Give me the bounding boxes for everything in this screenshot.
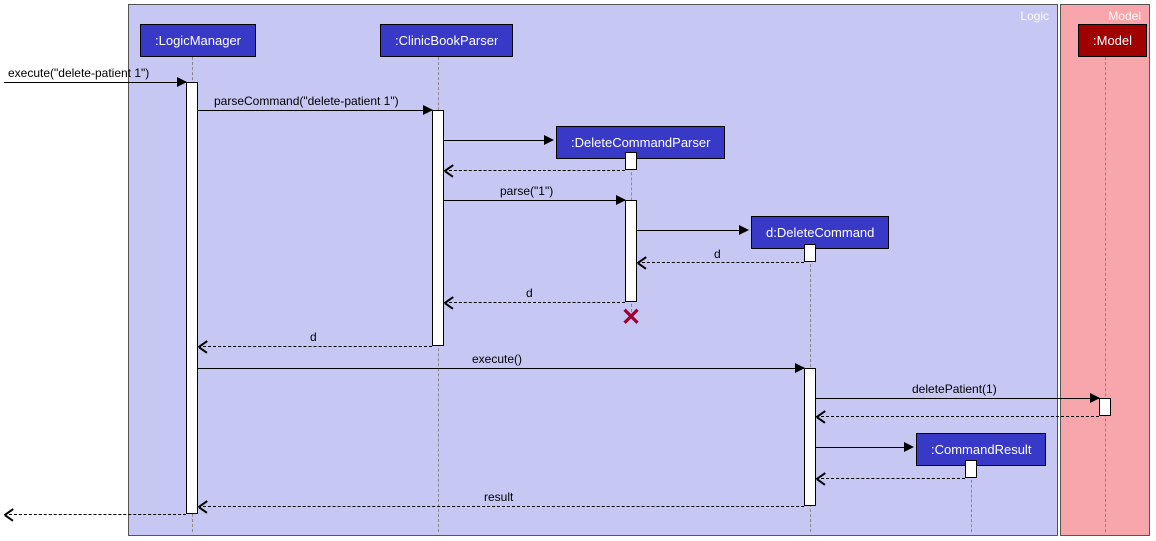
arrow-icon bbox=[637, 262, 647, 263]
activation-model bbox=[1099, 398, 1111, 416]
msg-parse-1 bbox=[444, 200, 625, 201]
participant-delete-command-parser-label: :DeleteCommandParser bbox=[571, 135, 710, 150]
arrow-icon bbox=[198, 506, 208, 507]
arrow-icon bbox=[444, 170, 454, 171]
arrow-icon bbox=[816, 416, 826, 417]
msg-delete-patient bbox=[816, 398, 1099, 399]
arrow-icon bbox=[444, 302, 454, 303]
activation-clinic-book-parser bbox=[432, 110, 444, 346]
msg-return-d-3-label: d bbox=[310, 330, 317, 344]
msg-result-label: result bbox=[484, 490, 513, 504]
lifeline-model bbox=[1105, 52, 1106, 532]
msg-return-model bbox=[816, 416, 1099, 417]
package-logic-label: Logic bbox=[1020, 9, 1049, 23]
participant-model-label: :Model bbox=[1093, 33, 1132, 48]
participant-clinic-book-parser: :ClinicBookParser bbox=[380, 24, 513, 57]
arrow-icon bbox=[904, 442, 914, 452]
msg-execute bbox=[198, 368, 804, 369]
msg-create-cr bbox=[816, 447, 912, 448]
destroy-icon: ✕ bbox=[621, 303, 641, 332]
activation-logic-manager bbox=[186, 82, 198, 514]
msg-parse-command bbox=[198, 110, 432, 111]
msg-return-out bbox=[4, 514, 186, 515]
arrow-icon bbox=[739, 225, 749, 235]
participant-command-result: :CommandResult bbox=[916, 433, 1046, 466]
participant-command-result-label: :CommandResult bbox=[931, 442, 1031, 457]
msg-return-d-2 bbox=[444, 302, 625, 303]
msg-parse-command-label: parseCommand("delete-patient 1") bbox=[214, 94, 399, 108]
activation-delete-command-parser-2 bbox=[625, 200, 637, 302]
participant-logic-manager-label: :LogicManager bbox=[155, 33, 241, 48]
arrow-icon bbox=[4, 514, 14, 515]
arrow-icon bbox=[423, 105, 433, 115]
sequence-diagram: Logic Model :LogicManager :ClinicBookPar… bbox=[0, 0, 1156, 541]
msg-return-cr bbox=[816, 478, 965, 479]
participant-model: :Model bbox=[1078, 24, 1147, 57]
participant-delete-command: d:DeleteCommand bbox=[751, 216, 889, 249]
msg-execute-in-label: execute("delete-patient 1") bbox=[8, 66, 149, 80]
msg-return-d-1 bbox=[637, 262, 804, 263]
msg-delete-patient-label: deletePatient(1) bbox=[912, 382, 997, 396]
msg-return-dcp bbox=[444, 170, 625, 171]
participant-logic-manager: :LogicManager bbox=[140, 24, 256, 57]
msg-return-d-3 bbox=[198, 346, 432, 347]
package-model-label: Model bbox=[1108, 9, 1141, 23]
arrow-icon bbox=[198, 346, 208, 347]
msg-return-d-1-label: d bbox=[714, 247, 721, 261]
arrow-icon bbox=[544, 135, 554, 145]
participant-delete-command-label: d:DeleteCommand bbox=[766, 225, 874, 240]
msg-create-dc bbox=[637, 230, 747, 231]
activation-command-result bbox=[965, 460, 977, 478]
activation-delete-command-2 bbox=[804, 368, 816, 506]
arrow-icon bbox=[177, 77, 187, 87]
msg-parse-1-label: parse("1") bbox=[500, 184, 553, 198]
arrow-icon bbox=[795, 363, 805, 373]
arrow-icon bbox=[1090, 393, 1100, 403]
msg-result bbox=[198, 506, 804, 507]
msg-execute-label: execute() bbox=[472, 352, 522, 366]
participant-delete-command-parser: :DeleteCommandParser bbox=[556, 126, 725, 159]
activation-delete-command-parser-1 bbox=[625, 152, 637, 170]
arrow-icon bbox=[616, 195, 626, 205]
participant-clinic-book-parser-label: :ClinicBookParser bbox=[395, 33, 498, 48]
msg-execute-in bbox=[4, 82, 186, 83]
activation-delete-command-1 bbox=[804, 244, 816, 262]
msg-create-dcp bbox=[444, 140, 552, 141]
msg-return-d-2-label: d bbox=[526, 286, 533, 300]
arrow-icon bbox=[816, 478, 826, 479]
